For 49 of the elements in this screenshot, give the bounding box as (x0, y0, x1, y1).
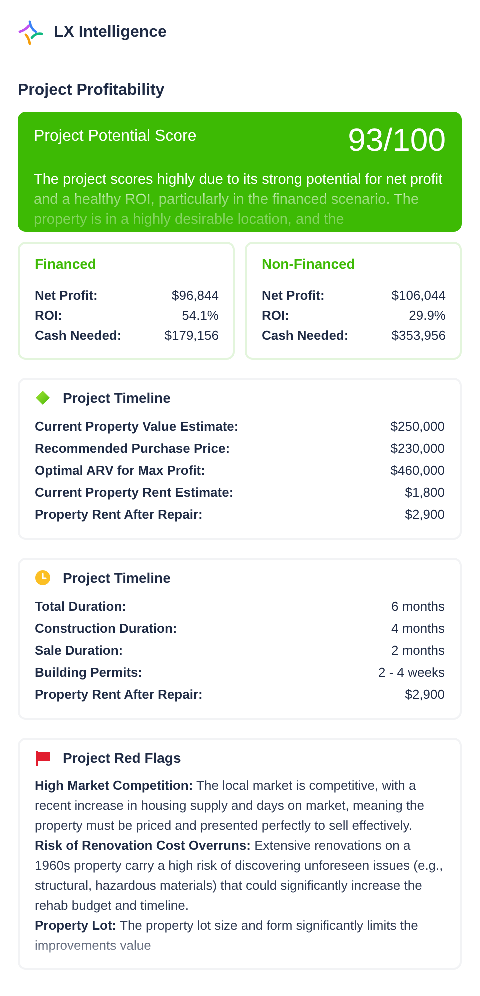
metric-value: 2 months (392, 642, 445, 660)
metric-value: $1,800 (405, 484, 445, 502)
metric-label: Current Property Rent Estimate: (35, 484, 234, 502)
metric-label: Optimal ARV for Max Profit: (35, 462, 206, 480)
metric-value: $96,844 (172, 287, 219, 305)
diamond-icon (35, 390, 51, 406)
scenario-title: Non-Financed (262, 256, 356, 272)
scenario-title: Financed (35, 256, 98, 272)
metric-label: Property Rent After Repair: (35, 506, 203, 524)
metric-label: Sale Duration: (35, 642, 124, 660)
score-description: The project scores highly due to its strong potential for net profit and a healthy ROI, particularly in the financed scenario. The property is in a highly desirable location, and the (34, 171, 444, 230)
metric-value: 6 months (392, 598, 445, 616)
metric-value: $179,156 (164, 327, 219, 345)
metric-value: 29.9% (409, 307, 446, 325)
metric-label: Cash Needed: (262, 327, 349, 345)
metric-label: Total Duration: (35, 598, 126, 616)
metric-label: Net Profit: (35, 287, 98, 305)
risk-note: Risk of Renovation Cost Overruns: Extensive renovations on a 1960s property carry a high risk of discovering unforeseen issues (e.g., structural, hazardous materials) that could significantly increase the rehab budget and timeline. (35, 837, 444, 915)
metric-value: $2,900 (405, 686, 445, 704)
score-label: Project Potential Score (34, 128, 197, 146)
metric-label: ROI: (262, 307, 290, 325)
metric-label: Recommended Purchase Price: (35, 440, 230, 458)
sparkle-logo-icon (18, 20, 44, 46)
metric-value: $250,000 (390, 418, 445, 436)
metric-label: Property Rent After Repair: (35, 686, 203, 704)
metric-value: 2 - 4 weeks (378, 664, 445, 682)
risk-note: High Market Competition: The local market is competitive, with a recent increase in housing supply and days on market, meaning the property must be priced and presented perfectly to sell effectively. (35, 777, 426, 835)
metric-value: 4 months (392, 620, 445, 638)
metric-value: 54.1% (182, 307, 219, 325)
flag-icon (35, 750, 51, 766)
section-title: Project Timeline (63, 390, 171, 406)
metric-value: $230,000 (390, 440, 445, 458)
metric-label: Current Property Value Estimate: (35, 418, 239, 436)
metric-label: Building Permits: (35, 664, 143, 682)
metric-value: $460,000 (390, 462, 445, 480)
section-title: Project Timeline (63, 570, 171, 586)
metric-value: $353,956 (392, 327, 446, 345)
metric-value: $106,044 (392, 287, 446, 305)
risk-note: Property Lot: The property lot size and form significantly limits the improvements value (35, 917, 420, 955)
metric-label: Construction Duration: (35, 620, 178, 638)
metric-label: Net Profit: (262, 287, 325, 305)
metric-value: $2,900 (405, 506, 445, 524)
metric-label: ROI: (35, 307, 62, 325)
clock-icon (35, 570, 51, 586)
score-value: 93/100 (348, 124, 446, 156)
brand-name: LX Intelligence (54, 24, 167, 42)
section-title: Project Red Flags (63, 750, 182, 766)
page-title: Project Profitability (18, 82, 166, 100)
metric-label: Cash Needed: (35, 327, 122, 345)
